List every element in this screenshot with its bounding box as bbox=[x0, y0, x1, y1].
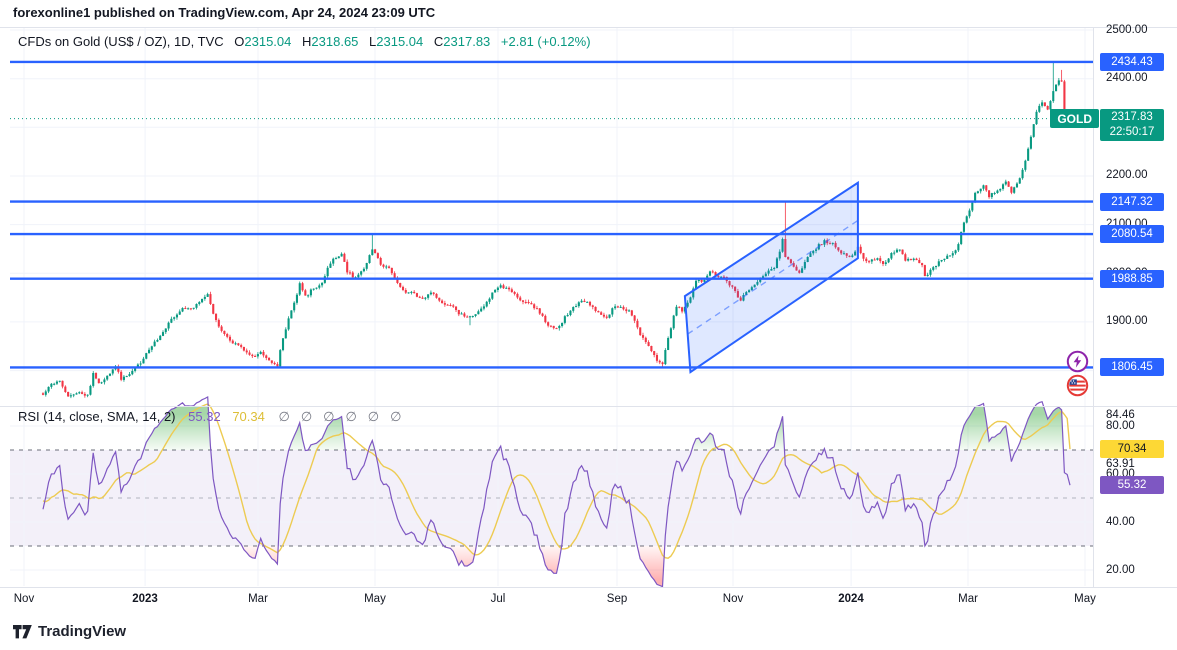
time-axis-label: Sep bbox=[607, 593, 627, 605]
rsi-ma-badge: 70.34 bbox=[1100, 440, 1164, 458]
price-tick: 2400.00 bbox=[1106, 72, 1148, 85]
rsi-tick: 80.00 bbox=[1106, 420, 1135, 433]
bar-countdown: 22:50:17 bbox=[1100, 125, 1164, 140]
high-value: H2318.65 bbox=[302, 34, 358, 49]
price-level-badge: 1988.85 bbox=[1100, 270, 1164, 288]
empty-set-symbol: ∅ bbox=[323, 409, 334, 424]
rsi-title[interactable]: RSI (14, close, SMA, 14, 2) bbox=[18, 409, 176, 424]
time-axis-label: 2023 bbox=[132, 593, 158, 605]
symbol-title[interactable]: CFDs on Gold (US$ / OZ), 1D, TVC bbox=[18, 34, 224, 49]
rsi-tick: 40.00 bbox=[1106, 516, 1135, 529]
rsi-hline-settings: ∅ ∅ ∅ ∅ ∅ ∅ bbox=[278, 409, 412, 424]
price-level-badge: 2434.43 bbox=[1100, 53, 1164, 71]
time-axis-label: May bbox=[364, 593, 386, 605]
last-price-badge: 2317.8322:50:17 bbox=[1100, 109, 1164, 141]
chart-canvas[interactable] bbox=[0, 0, 1177, 650]
last-price-value: 2317.83 bbox=[1100, 110, 1164, 125]
time-axis-label: May bbox=[1074, 593, 1096, 605]
empty-set-symbol: ∅ bbox=[368, 409, 379, 424]
empty-set-symbol: ∅ bbox=[390, 409, 401, 424]
change-value: +2.81 (+0.12%) bbox=[501, 34, 591, 49]
us-flag-event-icon[interactable] bbox=[1066, 374, 1089, 402]
timeaxis-separator bbox=[0, 587, 1177, 588]
tradingview-logo-text: TradingView bbox=[38, 623, 126, 640]
symbol-price-tag: GOLD bbox=[1050, 109, 1099, 128]
tradingview-chart-page: forexonline1 published on TradingView.co… bbox=[0, 0, 1177, 650]
price-tick: 2500.00 bbox=[1106, 24, 1148, 37]
price-level-badge: 1806.45 bbox=[1100, 358, 1164, 376]
price-tick: 1900.00 bbox=[1106, 315, 1148, 328]
close-value: C2317.83 bbox=[434, 34, 490, 49]
price-level-badge: 2147.32 bbox=[1100, 193, 1164, 211]
empty-set-symbol: ∅ bbox=[278, 409, 289, 424]
low-value: L2315.04 bbox=[369, 34, 423, 49]
attribution-text: forexonline1 published on TradingView.co… bbox=[13, 5, 435, 20]
time-axis-label: Mar bbox=[248, 593, 268, 605]
pane-separator[interactable] bbox=[0, 406, 1177, 407]
tradingview-logo[interactable]: TradingView bbox=[13, 623, 126, 640]
rsi-ma-value: 70.34 bbox=[232, 409, 265, 424]
rsi-value: 55.32 bbox=[188, 409, 221, 424]
empty-set-symbol: ∅ bbox=[301, 409, 312, 424]
open-value: O2315.04 bbox=[234, 34, 291, 49]
rsi-value-badge: 55.32 bbox=[1100, 476, 1164, 494]
tradingview-logo-icon bbox=[13, 625, 32, 639]
main-legend: CFDs on Gold (US$ / OZ), 1D, TVC O2315.0… bbox=[18, 34, 591, 49]
header-separator bbox=[0, 27, 1177, 28]
time-axis-label: Mar bbox=[958, 593, 978, 605]
time-axis-label: 2024 bbox=[838, 593, 864, 605]
price-tick: 2200.00 bbox=[1106, 169, 1148, 182]
price-level-badge: 2080.54 bbox=[1100, 225, 1164, 243]
time-axis-label: Nov bbox=[723, 593, 743, 605]
time-axis-label: Nov bbox=[14, 593, 34, 605]
empty-set-symbol: ∅ bbox=[345, 409, 356, 424]
rsi-legend: RSI (14, close, SMA, 14, 2) 55.32 70.34 … bbox=[18, 409, 412, 425]
time-axis-label: Jul bbox=[491, 593, 506, 605]
rsi-tick: 20.00 bbox=[1106, 564, 1135, 577]
